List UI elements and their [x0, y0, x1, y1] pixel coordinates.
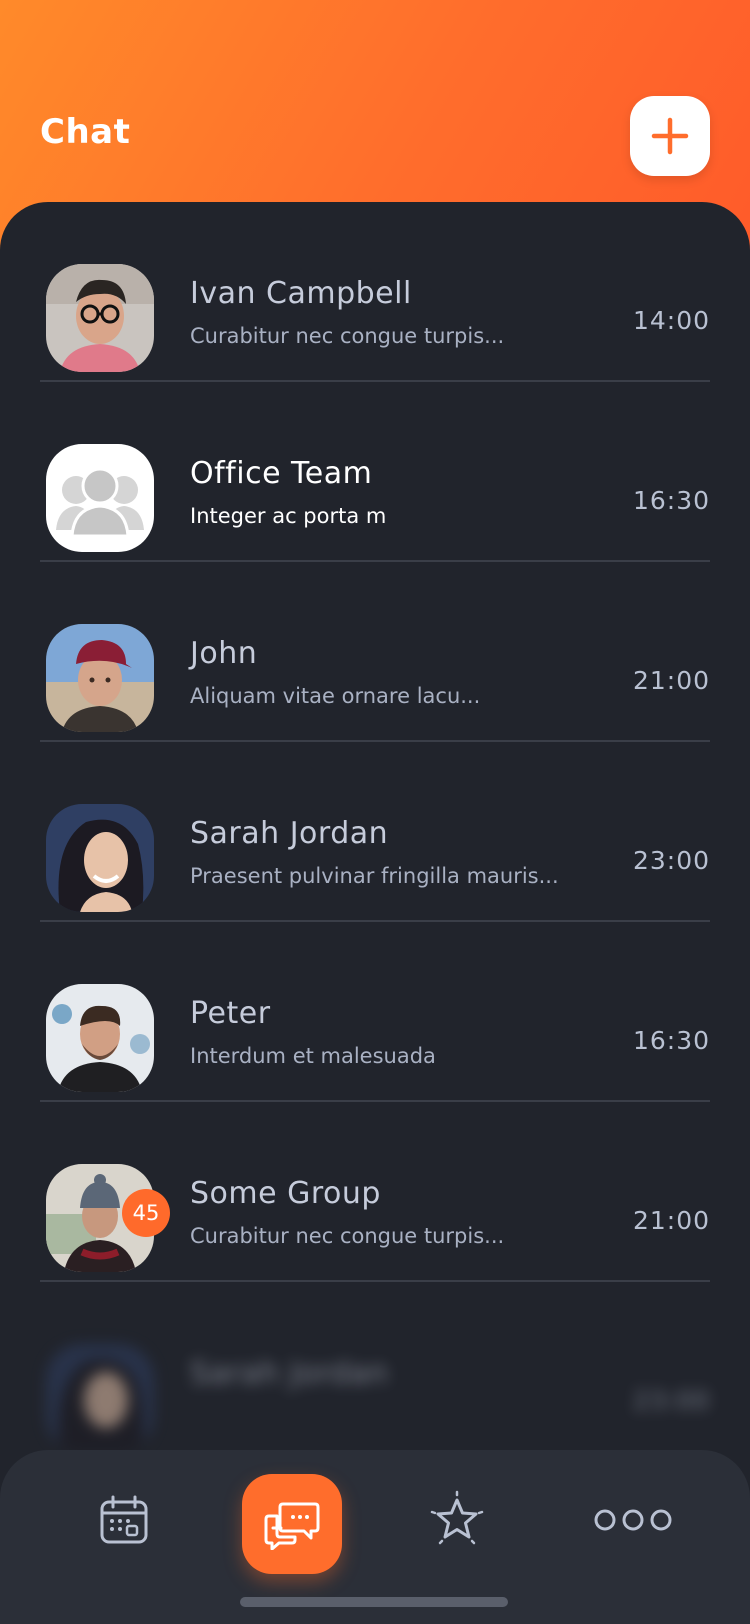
chat-row[interactable]: Sarah Jordan 23:00: [40, 1282, 710, 1462]
chat-row[interactable]: John Aliquam vitae ornare lacu... 21:00: [40, 562, 710, 742]
chat-row[interactable]: 45 Some Group Curabitur nec congue turpi…: [40, 1102, 710, 1282]
avatar: [46, 984, 154, 1092]
page-title: Chat: [40, 112, 131, 152]
tab-more[interactable]: [588, 1488, 678, 1552]
tab-bar: [0, 1450, 750, 1624]
tab-chat[interactable]: [242, 1474, 342, 1574]
chat-list: Ivan Campbell Curabitur nec congue turpi…: [0, 202, 750, 1624]
chat-name: Sarah Jordan: [190, 1356, 389, 1391]
chat-name: John: [190, 636, 258, 671]
chat-name: Office Team: [190, 456, 373, 491]
chat-time: 16:30: [632, 486, 710, 515]
tab-favorites[interactable]: [425, 1488, 489, 1552]
chat-time: 21:00: [632, 1206, 710, 1235]
chat-bubbles-icon: [264, 1502, 320, 1550]
chat-row[interactable]: Office Team Integer ac porta m 16:30: [40, 382, 710, 562]
chat-time: 21:00: [632, 666, 710, 695]
avatar: [46, 1344, 154, 1452]
chat-name: Peter: [190, 996, 271, 1031]
add-chat-button[interactable]: [630, 96, 710, 176]
tab-calendar[interactable]: [92, 1488, 156, 1552]
chat-time: 16:30: [632, 1026, 710, 1055]
chat-preview: Praesent pulvinar fringilla mauris...: [190, 864, 559, 888]
chat-preview: Aliquam vitae ornare lacu...: [190, 684, 481, 708]
home-indicator: [240, 1597, 508, 1607]
more-dots-icon: [594, 1509, 672, 1531]
plus-icon: [651, 117, 689, 155]
chat-name: Ivan Campbell: [190, 276, 412, 311]
avatar: [46, 624, 154, 732]
chat-preview: Curabitur nec congue turpis...: [190, 324, 505, 348]
chat-name: Sarah Jordan: [190, 816, 389, 851]
group-placeholder-icon: [46, 444, 154, 552]
avatar: [46, 264, 154, 372]
chat-row[interactable]: Sarah Jordan Praesent pulvinar fringilla…: [40, 742, 710, 922]
avatar: [46, 804, 154, 912]
chat-name: Some Group: [190, 1176, 381, 1211]
chat-time: 23:00: [632, 1386, 710, 1415]
chat-row[interactable]: Peter Interdum et malesuada 16:30: [40, 922, 710, 1102]
star-icon: [430, 1490, 484, 1545]
chat-preview: Integer ac porta m: [190, 504, 387, 528]
chat-preview: Interdum et malesuada: [190, 1044, 436, 1068]
chat-time: 14:00: [632, 306, 710, 335]
unread-count-badge: 45: [122, 1189, 170, 1237]
chat-row[interactable]: Ivan Campbell Curabitur nec congue turpi…: [40, 202, 710, 382]
chat-time: 23:00: [632, 846, 710, 875]
calendar-icon: [100, 1495, 148, 1544]
chat-preview: Curabitur nec congue turpis...: [190, 1224, 505, 1248]
